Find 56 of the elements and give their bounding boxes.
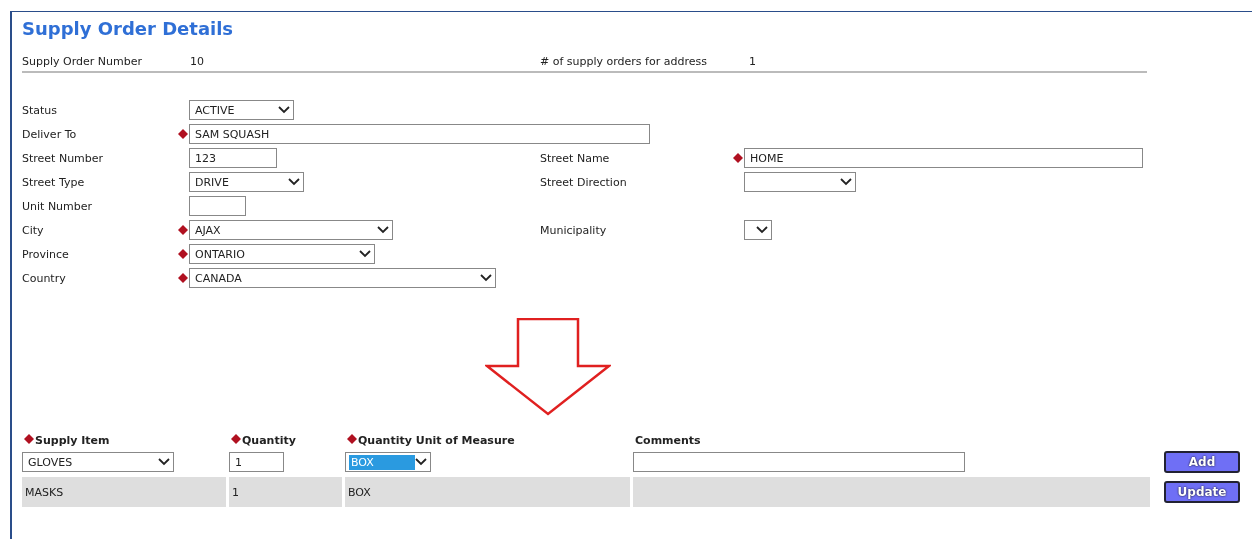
text-field[interactable] <box>633 452 965 472</box>
chevron-icon <box>415 458 427 466</box>
required-icon <box>24 434 34 444</box>
chevron-icon <box>377 226 389 234</box>
add-button[interactable]: Add <box>1164 451 1240 473</box>
chevron-icon <box>278 106 290 114</box>
required-icon <box>178 225 188 235</box>
dropdown[interactable] <box>744 220 772 240</box>
table-cell: 1 <box>229 477 342 507</box>
table-cell: BOX <box>345 477 630 507</box>
summary-value: 1 <box>749 55 757 68</box>
table-cell: MASKS <box>22 477 226 507</box>
field-label: Unit Number <box>22 199 94 213</box>
chevron-icon <box>359 250 371 258</box>
summary-value: 10 <box>190 55 205 68</box>
field-label: Street Type <box>22 175 86 189</box>
required-icon <box>178 129 188 139</box>
text-field[interactable]: 1 <box>229 452 284 472</box>
text-field[interactable] <box>189 196 246 216</box>
field-label: Municipality <box>540 223 608 237</box>
dropdown[interactable]: GLOVES <box>22 452 174 472</box>
chevron-icon <box>158 458 170 466</box>
required-icon <box>231 434 241 444</box>
summary-label: Supply Order Number <box>22 55 143 68</box>
field-label: Street Direction <box>540 175 628 189</box>
field-label: Province <box>22 247 70 261</box>
down-arrow-icon <box>485 318 611 416</box>
dropdown[interactable]: CANADA <box>189 268 496 288</box>
field-label: Street Number <box>22 151 105 165</box>
required-icon <box>178 249 188 259</box>
summary-label: # of supply orders for address <box>540 55 708 68</box>
column-header: Supply Item <box>35 434 110 447</box>
update-button[interactable]: Update <box>1164 481 1240 503</box>
column-header: Comments <box>635 434 701 447</box>
chevron-icon <box>288 178 300 186</box>
field-label: City <box>22 223 45 237</box>
text-field[interactable]: 123 <box>189 148 277 168</box>
field-label: Status <box>22 103 59 117</box>
required-icon <box>733 153 743 163</box>
text-field[interactable]: SAM SQUASH <box>189 124 650 144</box>
column-header: Quantity <box>242 434 296 447</box>
field-label: Street Name <box>540 151 611 165</box>
field-label: Deliver To <box>22 127 78 141</box>
text-field[interactable]: HOME <box>744 148 1143 168</box>
chevron-icon <box>480 274 492 282</box>
required-icon <box>347 434 357 444</box>
dropdown[interactable]: AJAX <box>189 220 393 240</box>
chevron-icon <box>756 226 768 234</box>
dropdown[interactable]: ONTARIO <box>189 244 375 264</box>
field-label: Country <box>22 271 67 285</box>
chevron-icon <box>840 178 852 186</box>
required-icon <box>178 273 188 283</box>
dropdown[interactable]: DRIVE <box>189 172 304 192</box>
column-header: Quantity Unit of Measure <box>358 434 515 447</box>
dropdown[interactable]: ACTIVE <box>189 100 294 120</box>
page-title: Supply Order Details <box>22 18 235 39</box>
